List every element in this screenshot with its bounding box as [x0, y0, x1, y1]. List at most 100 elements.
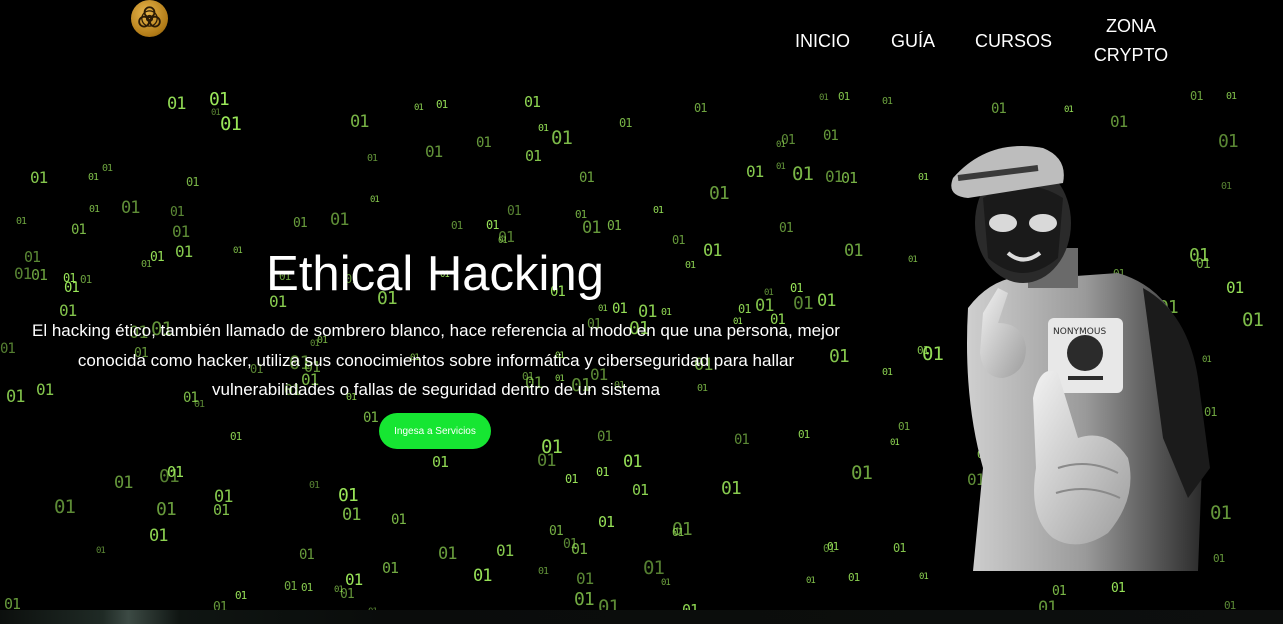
binary-glyph: 01: [598, 304, 608, 314]
binary-glyph: 01: [71, 222, 87, 238]
binary-glyph: 01: [96, 546, 106, 556]
binary-glyph: 01: [524, 93, 541, 111]
binary-glyph: 01: [1210, 502, 1232, 524]
binary-glyph: 01: [330, 210, 350, 230]
biohazard-icon: [138, 6, 161, 28]
binary-glyph: 01: [1213, 552, 1225, 565]
binary-glyph: 01: [597, 429, 613, 445]
binary-glyph: 01: [170, 205, 185, 220]
binary-glyph: 01: [425, 142, 443, 161]
binary-glyph: 01: [823, 542, 835, 555]
binary-glyph: 01: [476, 135, 492, 151]
binary-glyph: 01: [776, 162, 786, 172]
nav-item-inicio[interactable]: INICIO: [795, 27, 850, 56]
nav-item-cursos[interactable]: CURSOS: [975, 27, 1052, 56]
binary-glyph: 01: [623, 452, 643, 472]
binary-glyph: 01: [213, 501, 230, 519]
binary-glyph: 01: [709, 183, 730, 204]
binary-glyph: 01: [537, 451, 557, 471]
binary-glyph: 01: [473, 566, 493, 586]
binary-glyph: 01: [538, 566, 549, 577]
binary-glyph: 01: [382, 559, 399, 577]
binary-glyph: 01: [991, 101, 1007, 117]
binary-glyph: 01: [582, 218, 602, 238]
nav-item-guia[interactable]: GUÍA: [891, 27, 935, 56]
binary-glyph: 01: [918, 172, 929, 183]
binary-glyph: 01: [576, 569, 594, 588]
binary-glyph: 01: [738, 302, 751, 316]
binary-glyph: 01: [209, 89, 230, 110]
binary-glyph: 01: [1110, 112, 1128, 131]
binary-glyph: 01: [574, 589, 595, 610]
binary-glyph: 01: [436, 98, 448, 111]
binary-glyph: 01: [167, 94, 187, 114]
binary-glyph: 01: [672, 519, 693, 540]
binary-glyph: 01: [1052, 584, 1067, 599]
binary-glyph: 01: [1221, 181, 1232, 192]
binary-glyph: 01: [619, 116, 632, 130]
binary-glyph: 01: [149, 526, 169, 546]
binary-glyph: 01: [694, 101, 707, 115]
binary-glyph: 01: [882, 367, 893, 378]
binary-glyph: 01: [792, 163, 814, 185]
binary-glyph: 01: [598, 513, 615, 531]
binary-glyph: 01: [579, 170, 595, 186]
binary-glyph: 01: [563, 537, 578, 552]
binary-glyph: 01: [230, 430, 242, 443]
binary-glyph: 01: [299, 547, 315, 563]
binary-glyph: 01: [848, 571, 860, 584]
hero-title: Ethical Hacking: [266, 247, 604, 301]
binary-glyph: 01: [367, 153, 378, 164]
binary-glyph: 01: [220, 113, 242, 135]
binary-glyph: 01: [507, 204, 522, 219]
biohazard-logo-icon[interactable]: [131, 0, 168, 37]
binary-glyph: 01: [309, 480, 320, 491]
binary-glyph: 01: [30, 168, 48, 187]
binary-glyph: 01: [672, 233, 685, 247]
binary-glyph: 01: [596, 465, 609, 479]
binary-glyph: 01: [798, 428, 810, 441]
binary-glyph: 01: [823, 128, 839, 144]
binary-glyph: 01: [890, 438, 900, 448]
binary-glyph: 01: [1226, 278, 1244, 297]
services-cta-button[interactable]: Ingesa a Servicios: [379, 413, 491, 449]
bottom-section-edge: [0, 610, 1283, 624]
binary-glyph: 01: [114, 473, 134, 493]
binary-glyph: 01: [89, 204, 100, 215]
binary-glyph: 01: [919, 572, 929, 582]
nav-item-zona-line2: CRYPTO: [1093, 45, 1169, 65]
binary-glyph: 01: [612, 301, 628, 317]
svg-text:NONYMOUS: NONYMOUS: [1053, 327, 1106, 337]
binary-glyph: 01: [827, 540, 839, 553]
nav-item-zona-crypto[interactable]: ZONA CRYPTO: [1088, 12, 1174, 70]
binary-glyph: 01: [819, 93, 829, 103]
binary-glyph: 01: [102, 163, 113, 174]
binary-glyph: 01: [338, 485, 359, 506]
binary-glyph: 01: [841, 169, 858, 187]
binary-glyph: 01: [549, 524, 564, 539]
binary-glyph: 01: [734, 432, 750, 448]
binary-glyph: 01: [776, 140, 786, 150]
binary-glyph: 01: [156, 499, 177, 520]
binary-glyph: 01: [721, 478, 742, 499]
binary-glyph: 01: [551, 127, 573, 149]
binary-glyph: 01: [342, 505, 362, 525]
binary-glyph: 01: [414, 103, 424, 113]
binary-glyph: 01: [575, 208, 587, 221]
binary-glyph: 01: [898, 420, 910, 433]
binary-glyph: 01: [746, 162, 764, 181]
binary-glyph: 01: [391, 512, 407, 528]
binary-glyph: 01: [643, 557, 665, 579]
binary-glyph: 01: [496, 541, 514, 560]
binary-glyph: 01: [340, 587, 355, 602]
binary-glyph: 01: [186, 175, 199, 189]
binary-glyph: 01: [1064, 105, 1074, 115]
hacker-photo: NONYMOUS: [928, 138, 1210, 571]
binary-glyph: 01: [486, 218, 499, 232]
binary-glyph: 01: [882, 96, 893, 107]
binary-glyph: 01: [917, 344, 929, 357]
binary-glyph: 01: [661, 578, 671, 588]
binary-glyph: 01: [370, 195, 380, 205]
hero-description-line-2: conocida como hacker, utiliza sus conoci…: [77, 350, 795, 370]
binary-glyph: 01: [672, 526, 684, 539]
